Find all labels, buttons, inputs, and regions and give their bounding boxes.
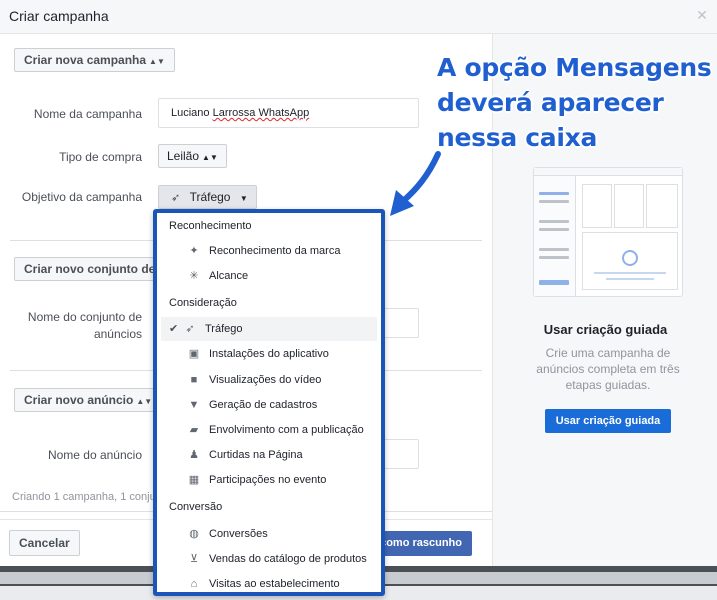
objective-label: Objetivo da campanha	[21, 190, 142, 204]
reach-icon: ✳	[189, 270, 199, 282]
objective-option-label: Tráfego	[205, 323, 243, 335]
illustration-cell	[614, 184, 644, 228]
objective-option-page-likes[interactable]: ♟ Curtidas na Página	[161, 443, 377, 467]
purchase-type-label: Tipo de compra	[59, 150, 142, 164]
cart-icon: ⊻	[189, 553, 199, 565]
updown-caret-icon: ▲▼	[202, 153, 218, 162]
objective-option-label: Curtidas na Página	[209, 449, 303, 461]
megaphone-icon: ✦	[189, 245, 199, 257]
cancel-button[interactable]: Cancelar	[9, 530, 80, 556]
annotation-arrow-icon	[390, 151, 441, 216]
objective-option-catalog-sales[interactable]: ⊻ Vendas do catálogo de produtos	[161, 547, 377, 571]
cancel-label: Cancelar	[19, 536, 70, 550]
chat-icon: ▰	[189, 424, 199, 436]
adset-name-label-line1: Nome do conjunto de	[27, 310, 142, 324]
guided-creation-illustration	[533, 167, 683, 297]
objective-option-event-responses[interactable]: ▦ Participações no evento	[161, 468, 377, 492]
annotation-text: A opção Mensagens deverá aparecer nessa …	[437, 50, 717, 155]
illustration-sidebar	[534, 176, 576, 296]
funnel-icon: ▼	[188, 399, 200, 411]
chevron-down-icon: ▼	[239, 194, 248, 203]
objective-option-label: Geração de cadastros	[209, 399, 318, 411]
adset-name-label-line2: anúncios	[93, 327, 142, 341]
campaign-name-input[interactable]: Luciano Larrossa WhatsApp	[158, 98, 419, 128]
illustration-cell	[646, 184, 678, 228]
dropdown-section-awareness: Reconhecimento	[169, 220, 252, 232]
video-icon: ■	[190, 374, 198, 386]
objective-option-label: Vendas do catálogo de produtos	[209, 553, 367, 565]
illustration-circle	[622, 250, 638, 266]
use-guided-creation-button[interactable]: Usar criação guiada	[545, 409, 671, 433]
objective-value: Tráfego	[189, 190, 231, 204]
illustration-row	[539, 228, 569, 231]
objective-option-conversions[interactable]: ◍ Conversões	[161, 522, 377, 546]
illustration-line	[594, 272, 666, 274]
objective-option-traffic[interactable]: ✔ ➶ Tráfego	[161, 317, 377, 341]
objective-option-reach[interactable]: ✳ Alcance	[161, 264, 377, 288]
cursor-icon: ➶	[171, 192, 181, 204]
objective-option-label: Reconhecimento da marca	[209, 245, 341, 257]
box-icon: ▣	[188, 348, 200, 360]
objective-option-label: Instalações do aplicativo	[209, 348, 329, 360]
objective-option-brand-awareness[interactable]: ✦ Reconhecimento da marca	[161, 239, 377, 263]
illustration-line	[606, 278, 654, 280]
cursor-icon: ➶	[185, 323, 195, 335]
objective-option-post-engagement[interactable]: ▰ Envolvimento com a publicação	[161, 418, 377, 442]
dropdown-section-consideration: Consideração	[169, 297, 237, 309]
objective-select[interactable]: ➶ Tráfego ▼	[158, 185, 257, 209]
checkmark-icon: ✔	[169, 323, 179, 335]
purchase-type-select[interactable]: Leilão ▲▼	[158, 144, 227, 168]
create-new-ad-button[interactable]: Criar novo anúncio ▲▼	[14, 388, 163, 412]
objective-option-lead-generation[interactable]: ▼ Geração de cadastros	[161, 393, 377, 417]
creation-summary: Criando 1 campanha, 1 conjunto de anúnci…	[12, 491, 157, 503]
guided-creation-title: Usar criação guiada	[543, 322, 668, 337]
modal-header: Criar campanha ✕	[0, 0, 717, 34]
campaign-name-label: Nome da campanha	[33, 107, 142, 121]
campaign-name-value-underlined: Larrossa WhatsApp	[212, 107, 310, 119]
dropdown-section-conversion: Conversão	[169, 501, 223, 513]
annotation-line-3: nessa caixa	[437, 123, 598, 152]
objective-option-label: Alcance	[209, 270, 249, 282]
illustration-row	[539, 280, 569, 285]
create-new-campaign-button[interactable]: Criar nova campanha ▲▼	[14, 48, 175, 72]
save-draft-button[interactable]: Salvar como rascunho	[378, 531, 472, 556]
illustration-topbar	[534, 168, 682, 176]
ad-name-label: Nome do anúncio	[47, 448, 142, 462]
objective-option-label: Conversões	[209, 528, 268, 540]
create-new-adset-button[interactable]: Criar novo conjunto de anúncios	[14, 257, 164, 281]
objective-option-video-views[interactable]: ■ Visualizações do vídeo	[161, 368, 377, 392]
objective-option-label: Visitas ao estabelecimento	[209, 578, 340, 590]
objective-option-label: Envolvimento com a publicação	[209, 424, 364, 436]
illustration-row	[539, 192, 569, 195]
illustration-row	[539, 248, 569, 251]
globe-icon: ◍	[189, 528, 199, 540]
annotation-line-1: A opção Mensagens	[437, 53, 712, 82]
thumbs-up-icon: ♟	[189, 449, 199, 461]
guided-creation-description: Crie uma campanha de anúncios completa e…	[536, 346, 680, 392]
objective-option-label: Participações no evento	[209, 474, 327, 486]
create-new-ad-label: Criar novo anúncio	[24, 393, 134, 407]
create-new-adset-label: Criar novo conjunto de anúncios	[24, 262, 163, 276]
close-icon[interactable]: ✕	[695, 8, 709, 22]
illustration-row	[539, 200, 569, 203]
updown-caret-icon: ▲▼	[136, 397, 153, 406]
objective-option-app-installs[interactable]: ▣ Instalações do aplicativo	[161, 342, 377, 366]
objective-dropdown: Reconhecimento ✦ Reconhecimento da marca…	[153, 209, 385, 596]
purchase-type-value: Leilão	[167, 149, 200, 163]
adset-name-label: Nome do conjunto de anúncios	[10, 309, 142, 343]
illustration-row	[539, 256, 569, 259]
illustration-row	[539, 220, 569, 223]
objective-option-store-visits[interactable]: ⌂ Visitas ao estabelecimento	[161, 572, 377, 592]
modal-title: Criar campanha	[9, 8, 109, 24]
store-icon: ⌂	[190, 578, 198, 590]
campaign-name-value-first: Luciano	[171, 107, 213, 119]
annotation-line-2: deverá aparecer	[437, 88, 664, 117]
save-draft-label: Salvar como rascunho	[378, 537, 462, 549]
calendar-icon: ▦	[188, 474, 200, 486]
create-new-campaign-label: Criar nova campanha	[24, 53, 147, 67]
updown-caret-icon: ▲▼	[149, 57, 165, 66]
illustration-cell	[582, 184, 612, 228]
objective-option-label: Visualizações do vídeo	[209, 374, 322, 386]
